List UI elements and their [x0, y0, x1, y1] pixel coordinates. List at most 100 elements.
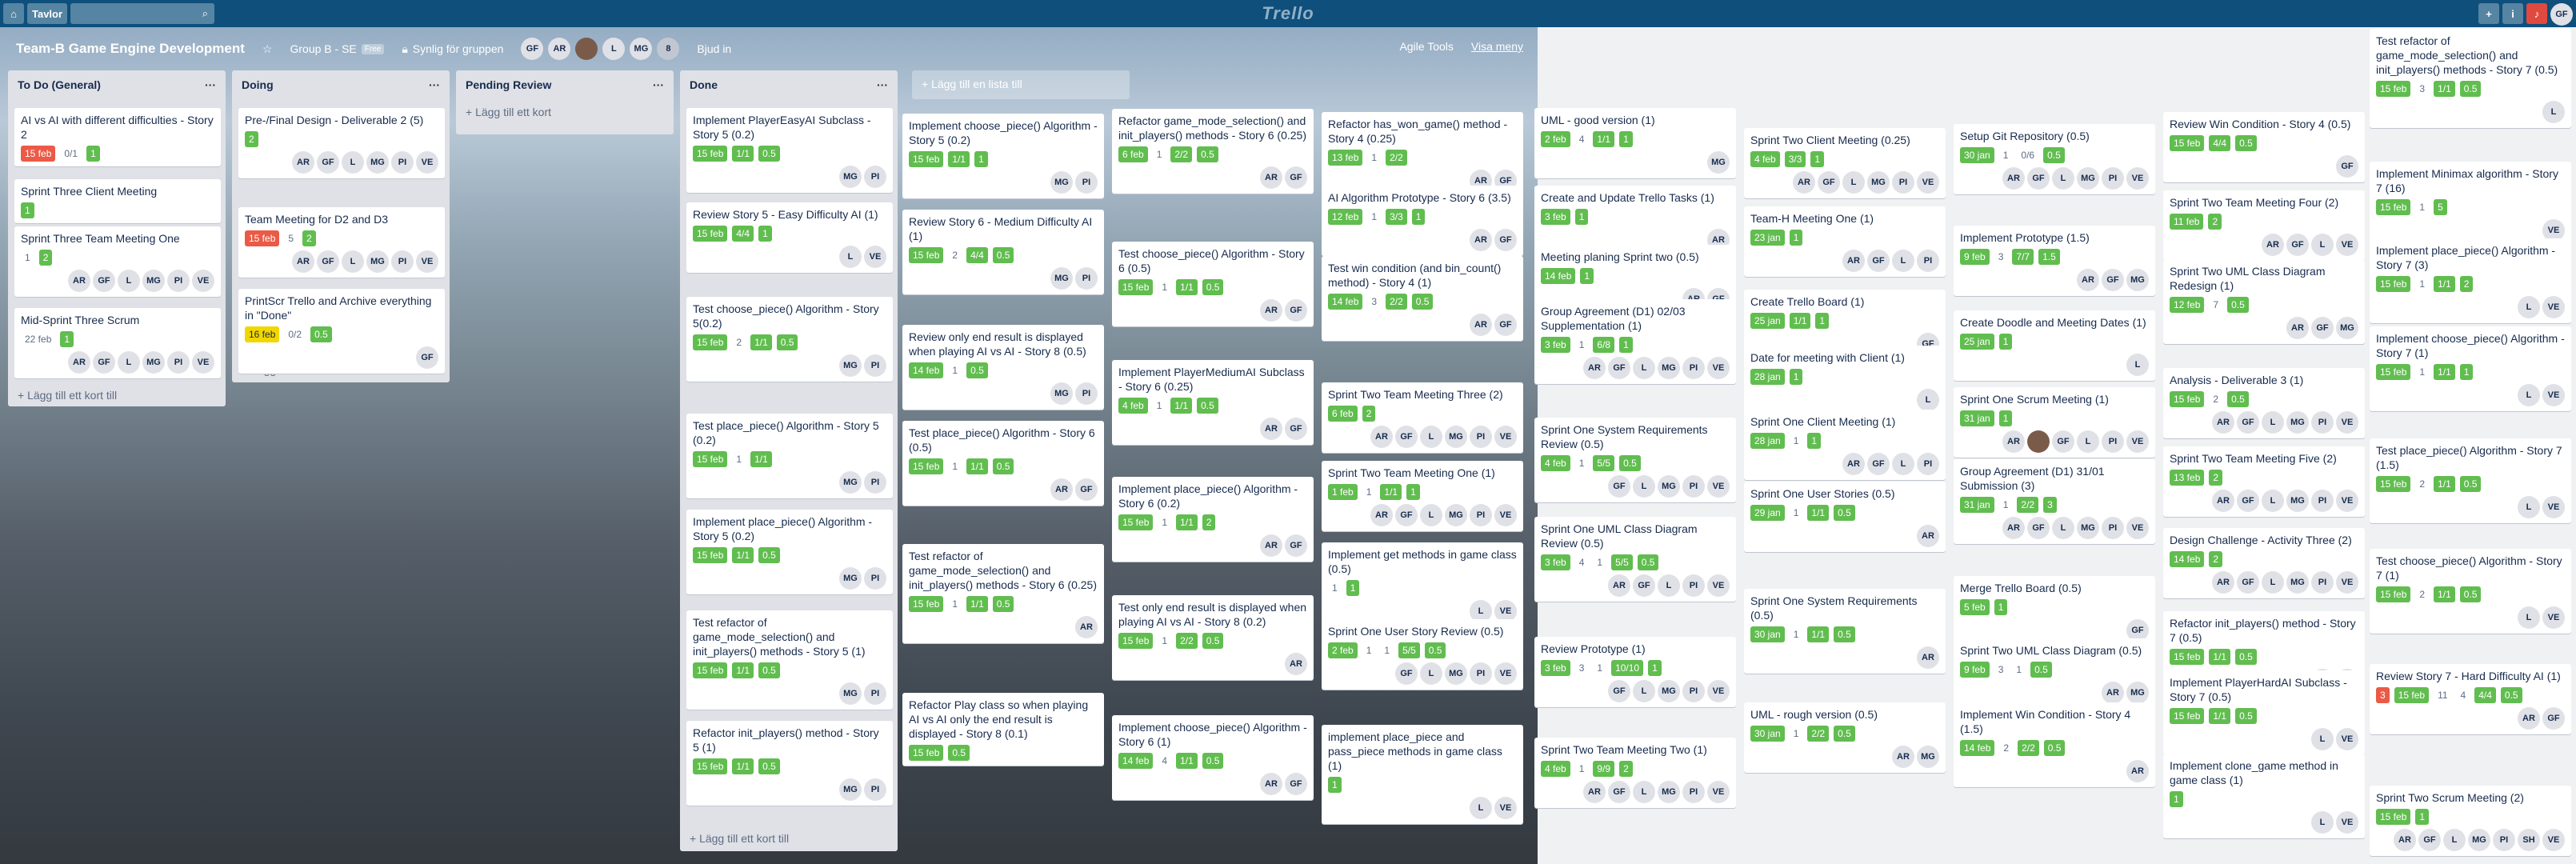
member-avatar[interactable]: GF [317, 250, 339, 273]
member-avatar[interactable]: L [1892, 250, 1914, 272]
member-avatar[interactable]: GF [1285, 418, 1307, 440]
member-avatar[interactable]: L [1658, 574, 1680, 597]
member-avatar[interactable]: GF [1818, 171, 1840, 194]
member-avatar[interactable]: AR [1075, 616, 1098, 638]
member-avatar[interactable]: L [2311, 811, 2334, 834]
member-avatar[interactable]: MG [142, 351, 165, 374]
card[interactable]: Test refactor of game_mode_selection() a… [2370, 29, 2571, 128]
member-avatar[interactable]: MG [2077, 517, 2099, 539]
card[interactable]: Refactor init_players() method - Story 5… [686, 721, 893, 806]
member-avatar[interactable]: PI [864, 354, 886, 377]
card[interactable]: Implement choose_piece() Algorithm - Sto… [1112, 715, 1314, 800]
member-avatar[interactable]: AR [1260, 299, 1282, 322]
member-avatar[interactable]: PI [391, 151, 414, 174]
member-avatar[interactable]: MG [1050, 171, 1073, 194]
member-avatar[interactable]: AR [1583, 781, 1606, 803]
member-avatar[interactable]: GF [1633, 574, 1655, 597]
member-avatar[interactable]: PI [864, 567, 886, 590]
member-avatar[interactable]: GF [1867, 250, 1890, 272]
member-avatar[interactable]: MG [1050, 382, 1073, 405]
member-avatar[interactable]: MG [2468, 829, 2490, 851]
card[interactable]: Sprint One System Requirements (0.5) 30 j… [1744, 589, 1946, 674]
member-avatar[interactable]: L [839, 246, 862, 268]
card[interactable]: Sprint Two Scrum Meeting (2) 15 feb 1 AR GF L… [2370, 786, 2571, 856]
member-avatar[interactable]: AR [2286, 317, 2309, 339]
member-avatar[interactable]: AR [2212, 490, 2234, 512]
member-avatar[interactable]: L [1842, 171, 1865, 194]
card[interactable]: Sprint One UML Class Diagram Review (0.5… [1534, 517, 1736, 602]
card[interactable]: Test place_piece() Algorithm - Story 7 (… [2370, 438, 2571, 523]
member-avatar[interactable]: L [2518, 606, 2540, 629]
member-avatar[interactable]: GF [2286, 234, 2309, 256]
member-avatar[interactable]: GF [1494, 229, 1517, 251]
card[interactable]: Test place_piece() Algorithm - Story 5 (… [686, 414, 893, 498]
list-title[interactable]: Done [690, 78, 718, 91]
member-avatar[interactable]: GF [1285, 534, 1307, 557]
member-avatar[interactable]: GF [2027, 167, 2050, 190]
member-avatar[interactable]: GF [521, 38, 544, 60]
member-avatar[interactable]: MG [1707, 151, 1730, 174]
member-avatar[interactable]: PI [1470, 504, 1492, 526]
user-avatar[interactable]: GF [2550, 3, 2573, 26]
member-avatar[interactable]: MG [839, 166, 862, 188]
member-avatar[interactable]: PI [391, 250, 414, 273]
list-title[interactable]: Pending Review [466, 78, 551, 91]
member-avatar[interactable]: L [2262, 571, 2284, 594]
member-avatar[interactable]: L [2077, 430, 2099, 453]
card[interactable]: Test choose_piece() Algorithm - Story 7 … [2370, 549, 2571, 634]
member-avatar[interactable]: PI [1470, 662, 1492, 685]
visibility-button[interactable]: 🔒︎ Synlig för gruppen [402, 42, 503, 56]
member-avatar[interactable]: L [1420, 504, 1442, 526]
member-avatar[interactable]: AR [548, 38, 571, 60]
member-avatar[interactable] [2027, 430, 2050, 453]
member-avatar[interactable]: VE [1707, 357, 1730, 379]
card[interactable]: Review Win Condition - Story 4 (0.5) 15 f… [2163, 112, 2365, 182]
card[interactable]: PrintScr Trello and Archive everything i… [238, 289, 445, 374]
member-avatar[interactable]: PI [1075, 267, 1098, 290]
member-avatar[interactable]: L [2518, 496, 2540, 518]
member-avatar[interactable]: PI [864, 471, 886, 494]
member-avatar[interactable]: PI [2311, 571, 2334, 594]
member-avatar[interactable]: AR [292, 151, 314, 174]
member-avatar[interactable]: L [1633, 475, 1655, 498]
card[interactable]: Implement choose_piece() Algorithm - Sto… [2370, 326, 2571, 411]
member-avatar[interactable]: PI [1917, 250, 1939, 272]
member-avatar[interactable]: MG [839, 354, 862, 377]
member-avatar[interactable]: GF [93, 351, 115, 374]
member-avatar[interactable]: AR [2212, 571, 2234, 594]
card[interactable]: Test place_piece() Algorithm - Story 6 (… [902, 421, 1104, 506]
card[interactable]: UML - rough version (0.5) 30 jan 1 2/2 0.5 AR… [1744, 702, 1946, 773]
member-avatar[interactable]: PI [2493, 829, 2515, 851]
member-avatar[interactable]: AR [68, 351, 90, 374]
member-avatar[interactable]: GF [2542, 707, 2565, 730]
card[interactable]: Sprint One User Stories (0.5) 29 jan 1 1/1 0… [1744, 482, 1946, 552]
card[interactable]: Sprint Two UML Class Diagram (0.5) 9 feb 3… [1954, 638, 2155, 709]
card[interactable]: Sprint One Scrum Meeting (1) 31 jan 1 AR GF L… [1954, 387, 2155, 458]
member-avatar[interactable]: AR [1583, 357, 1606, 379]
member-avatar[interactable]: MG [1658, 680, 1680, 702]
card[interactable]: Analysis - Deliverable 3 (1) 15 feb 2 0.5 AR… [2163, 368, 2365, 438]
card[interactable]: Setup Git Repository (0.5) 30 jan 1 0/6 0.5 A… [1954, 124, 2155, 194]
member-avatar[interactable]: L [2518, 296, 2540, 318]
member-avatar[interactable]: MG [2286, 411, 2309, 434]
member-avatar[interactable]: PI [864, 682, 886, 705]
card[interactable]: Implement get methods in game class (0.5… [1322, 542, 1523, 627]
member-avatar[interactable]: GF [1285, 773, 1307, 795]
list-menu-icon[interactable]: ··· [429, 78, 440, 91]
card[interactable]: Sprint One Client Meeting (1) 28 jan 1 1 AR G… [1744, 410, 1946, 480]
card[interactable]: Implement PlayerEasyAI Subclass - Story … [686, 108, 893, 193]
member-avatar[interactable]: MG [2336, 317, 2358, 339]
member-avatar[interactable]: L [1917, 389, 1939, 411]
member-avatar[interactable]: AR [2002, 517, 2025, 539]
list-menu-icon[interactable]: ··· [205, 78, 216, 91]
card[interactable]: Test refactor of game_mode_selection() a… [686, 610, 893, 710]
trello-logo[interactable]: Trello [1262, 3, 1314, 24]
member-avatar[interactable]: AR [1285, 653, 1307, 675]
member-avatar[interactable]: MG [2077, 167, 2099, 190]
card[interactable]: Implement Win Condition - Story 4 (1.5) 1… [1954, 702, 2155, 787]
card[interactable]: Sprint Two Team Meeting Three (2) 6 feb 2 A… [1322, 382, 1523, 453]
card[interactable]: Test choose_piece() Algorithm - Story 5(… [686, 297, 893, 382]
member-avatar[interactable]: VE [2336, 811, 2358, 834]
card[interactable]: implement place_piece and pass_piece met… [1322, 725, 1523, 824]
list-title[interactable]: To Do (General) [18, 78, 101, 91]
